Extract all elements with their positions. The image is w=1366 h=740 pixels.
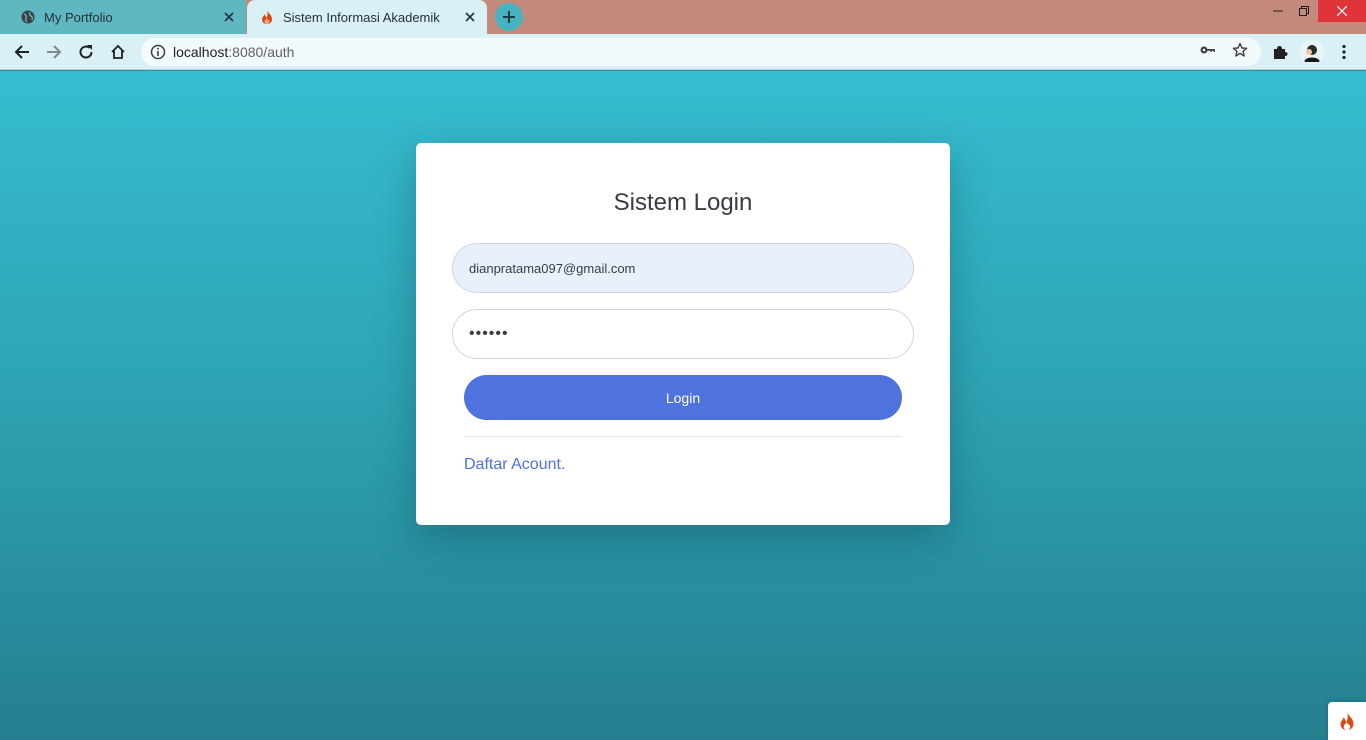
codeigniter-flame-icon (1340, 712, 1354, 730)
minimize-icon (1273, 10, 1283, 12)
reload-icon (79, 45, 93, 59)
new-tab-button[interactable] (495, 3, 523, 31)
globe-icon (20, 9, 36, 25)
codeigniter-debug-toolbar-button[interactable] (1328, 702, 1366, 740)
profile-avatar[interactable] (1300, 40, 1324, 64)
email-field[interactable] (452, 243, 914, 293)
login-card: Sistem Login Login Daftar Acount. (416, 143, 950, 525)
close-icon (1337, 6, 1347, 16)
login-title: Sistem Login (613, 189, 753, 216)
extensions-button[interactable] (1268, 40, 1292, 64)
avatar-icon (1300, 40, 1324, 64)
url-host: localhost (173, 44, 229, 60)
close-tab-icon[interactable] (221, 9, 237, 25)
home-button[interactable] (106, 40, 130, 64)
browser-toolbar: localhost:8080/auth (0, 34, 1366, 70)
tab-title: Sistem Informasi Akademik (283, 9, 440, 25)
password-key-button[interactable] (1198, 40, 1218, 60)
minimize-window-button[interactable] (1264, 0, 1292, 22)
more-vertical-icon (1342, 44, 1346, 60)
page-background: Sistem Login Login Daftar Acount. (0, 71, 1366, 740)
tab-title: My Portfolio (44, 9, 113, 25)
tab-sistem-informasi-akademik[interactable]: Sistem Informasi Akademik (247, 0, 487, 34)
close-window-button[interactable] (1318, 0, 1366, 22)
back-button[interactable] (10, 40, 34, 64)
browser-titlebar: My Portfolio Sistem Informasi Akademik (0, 0, 1366, 34)
reload-button[interactable] (74, 40, 98, 64)
url-path: :8080/auth (228, 44, 295, 60)
arrow-left-icon (14, 45, 29, 59)
home-icon (111, 44, 125, 59)
bookmark-button[interactable] (1230, 40, 1250, 60)
login-button[interactable]: Login (464, 375, 902, 420)
tab-my-portfolio[interactable]: My Portfolio (0, 0, 246, 34)
info-icon[interactable] (150, 44, 166, 60)
puzzle-icon (1274, 46, 1288, 59)
restore-window-button[interactable] (1290, 0, 1318, 22)
address-bar[interactable]: localhost:8080/auth (141, 38, 1261, 66)
key-icon (1200, 46, 1215, 54)
plus-icon (503, 11, 515, 23)
restore-icon (1299, 6, 1309, 16)
arrow-right-icon (47, 45, 62, 59)
register-link[interactable]: Daftar Acount. (464, 456, 565, 474)
browser-menu-button[interactable] (1332, 40, 1356, 64)
password-field[interactable] (452, 309, 914, 359)
star-icon (1232, 42, 1248, 57)
forward-button[interactable] (42, 40, 66, 64)
close-tab-icon[interactable] (462, 9, 478, 25)
divider (464, 436, 902, 437)
codeigniter-flame-icon (259, 9, 275, 25)
